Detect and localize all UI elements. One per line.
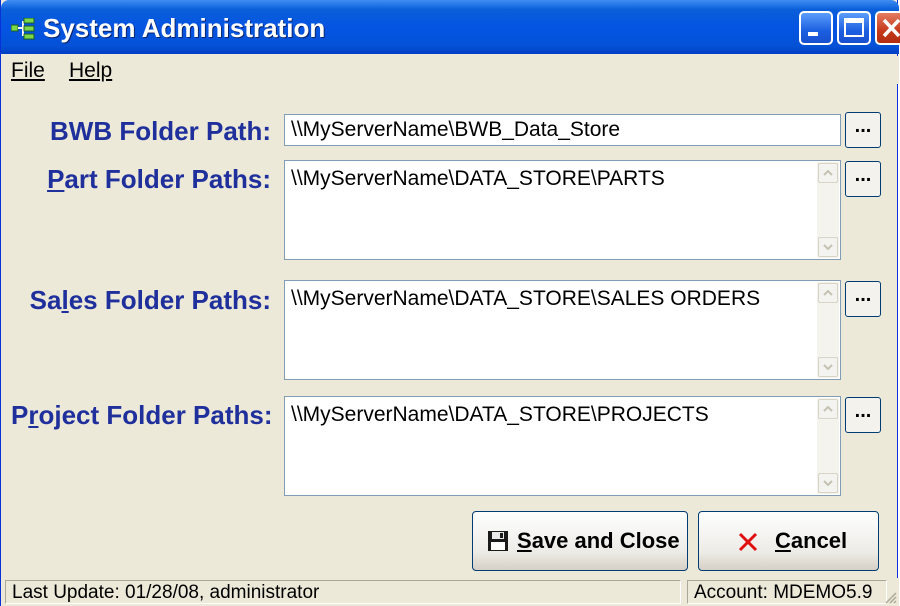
scroll-up-arrow-icon[interactable] xyxy=(818,283,838,303)
maximize-button[interactable] xyxy=(837,11,871,45)
project-folder-scrollbar[interactable] xyxy=(817,398,839,494)
save-and-close-button[interactable]: Save and Close xyxy=(472,511,688,571)
part-folder-scrollbar[interactable] xyxy=(817,162,839,258)
close-button[interactable] xyxy=(875,11,900,45)
status-account: Account: MDEMO5.9 xyxy=(687,580,887,604)
cancel-label: Cancel xyxy=(775,528,848,553)
project-folder-paths-label: Project Folder Paths: xyxy=(11,400,273,430)
red-x-icon xyxy=(738,532,758,552)
menu-file-label: File xyxy=(11,59,45,82)
bwb-folder-path-input[interactable]: \\MyServerName\BWB_Data_Store xyxy=(284,114,841,146)
window-title: System Administration xyxy=(43,13,326,43)
part-folder-paths-label: Part Folder Paths: xyxy=(47,164,271,194)
sales-folder-scrollbar[interactable] xyxy=(817,282,839,378)
bwb-folder-path-label: BWB Folder Path: xyxy=(50,116,271,146)
system-administration-window: System Administration File Help BWB Fold… xyxy=(0,0,900,606)
maximize-icon xyxy=(844,18,864,37)
bwb-folder-browse-button[interactable]: ... xyxy=(845,112,881,148)
minimize-icon xyxy=(808,32,818,36)
scroll-down-arrow-icon[interactable] xyxy=(818,473,838,493)
sales-folder-paths-textarea[interactable]: \\MyServerName\DATA_STORE\SALES ORDERS xyxy=(284,280,841,380)
part-folder-browse-button[interactable]: ... xyxy=(845,161,881,197)
menu-file[interactable]: File xyxy=(11,59,45,83)
floppy-disk-icon xyxy=(488,531,508,551)
scroll-down-arrow-icon[interactable] xyxy=(818,237,838,257)
app-tree-icon xyxy=(11,18,35,40)
sales-folder-paths-label: Sales Folder Paths: xyxy=(29,285,271,315)
menu-help[interactable]: Help xyxy=(69,59,112,83)
menu-bar: File Help xyxy=(1,56,899,84)
title-bar[interactable]: System Administration xyxy=(1,0,900,54)
cancel-button[interactable]: Cancel xyxy=(698,511,879,571)
save-and-close-label: Save and Close xyxy=(517,528,680,553)
resize-grip-icon[interactable] xyxy=(883,590,897,604)
project-folder-browse-button[interactable]: ... xyxy=(845,397,881,433)
scroll-up-arrow-icon[interactable] xyxy=(818,163,838,183)
status-last-update: Last Update: 01/28/08, administrator xyxy=(5,580,681,604)
sales-folder-browse-button[interactable]: ... xyxy=(845,281,881,317)
close-icon xyxy=(882,18,900,38)
project-folder-paths-textarea[interactable]: \\MyServerName\DATA_STORE\PROJECTS xyxy=(284,396,841,496)
status-bar: Last Update: 01/28/08, administrator Acc… xyxy=(1,578,899,606)
menu-help-label: Help xyxy=(69,59,113,82)
scroll-up-arrow-icon[interactable] xyxy=(818,399,838,419)
minimize-button[interactable] xyxy=(799,11,833,45)
scroll-down-arrow-icon[interactable] xyxy=(818,357,838,377)
part-folder-paths-textarea[interactable]: \\MyServerName\DATA_STORE\PARTS xyxy=(284,160,841,260)
